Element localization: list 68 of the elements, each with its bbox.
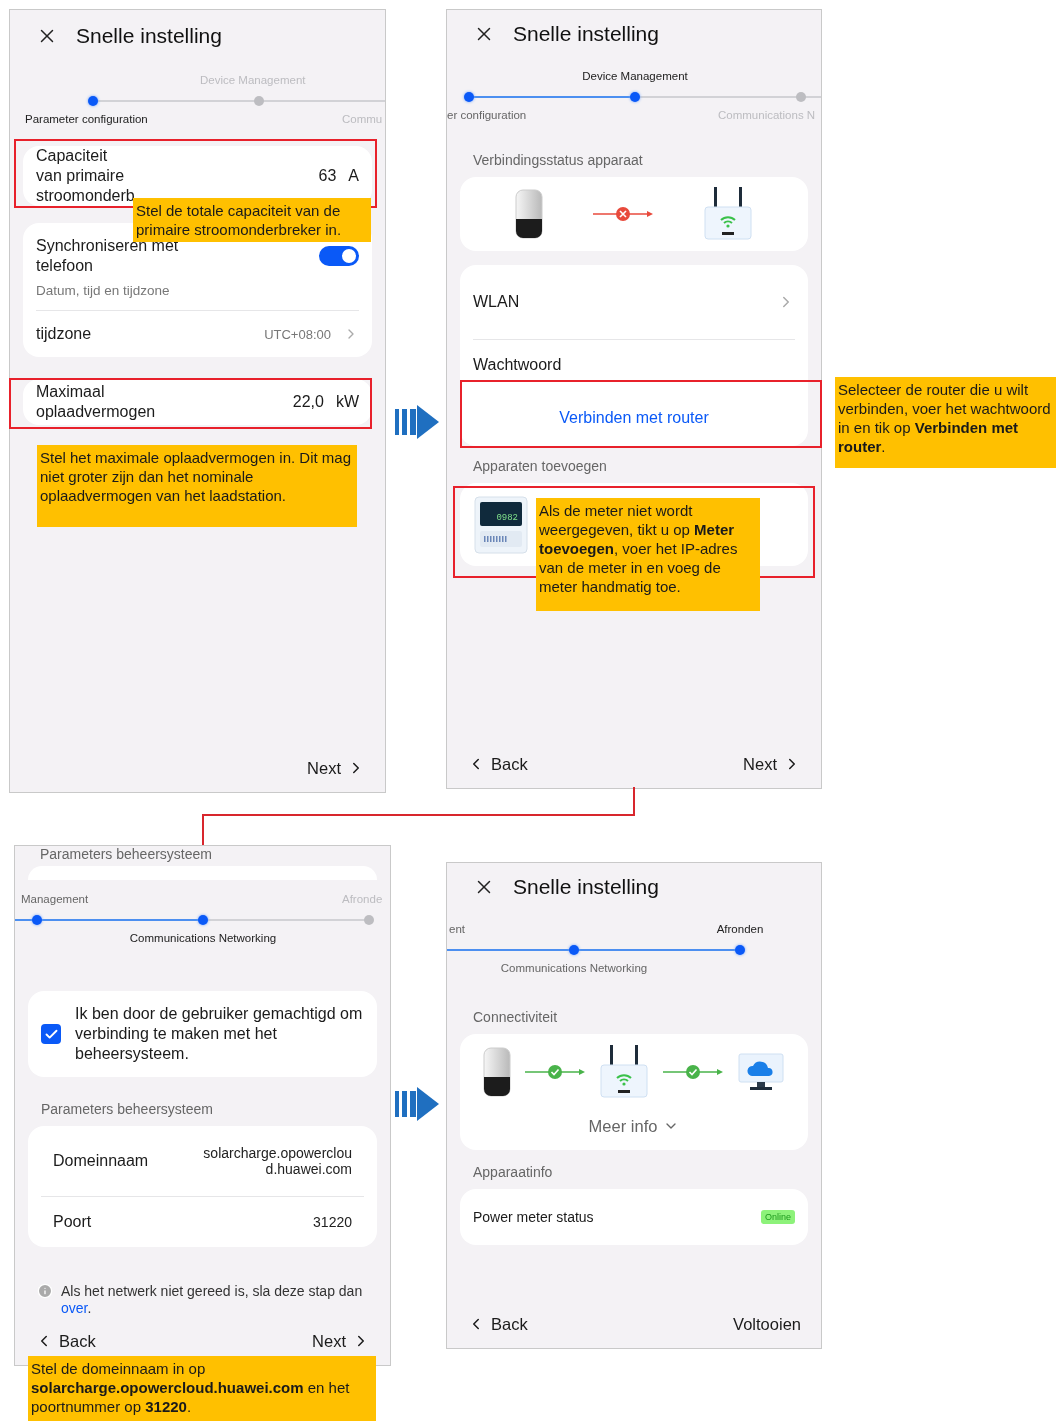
annotation-callout: Selecteer de router die u wilt verbinden, voer het wachtwoord in en tik op Verbinden met router. xyxy=(835,377,1056,468)
connection-line-icon xyxy=(663,1064,723,1080)
annotation-callout: Stel de domeinnaam in op solarcharge.opowercloud.huawei.com en het poortnummer op 31220. xyxy=(28,1356,376,1421)
arrow-icon xyxy=(395,405,439,439)
unit-label: kW xyxy=(335,393,359,411)
step-label: er configuration xyxy=(447,109,527,121)
arrow-icon xyxy=(395,1087,439,1121)
hint-text: Datum, tijd en tijdzone xyxy=(35,283,171,300)
field-label: tijdzone xyxy=(36,324,92,344)
annotation-callout: Stel het maximale oplaadvermogen in. Dit mag niet groter zijn dan het nominale oplaadvermogen van het laadstation. xyxy=(37,445,357,527)
unit-label: A xyxy=(348,167,359,185)
section-heading: Connectiviteit xyxy=(472,1009,559,1025)
step-label: Management xyxy=(21,893,89,905)
connection-line-icon xyxy=(593,206,653,222)
section-heading: Parameters beheersysteem xyxy=(39,846,213,864)
field-value[interactable]: 63 xyxy=(318,167,337,185)
field-value[interactable]: 31220 xyxy=(313,1214,352,1230)
field-label: Domeinnaam xyxy=(53,1151,149,1171)
charger-icon xyxy=(515,189,543,239)
field-label: Poort xyxy=(53,1212,92,1232)
connect-router-link[interactable]: Verbinden met router xyxy=(559,409,709,427)
info-icon xyxy=(37,1283,53,1299)
step-label: Communications Networking xyxy=(129,932,277,944)
section-heading: Apparaatinfo xyxy=(472,1164,554,1180)
next-button[interactable]: Next xyxy=(312,1331,370,1351)
section-heading: Verbindingsstatus apparaat xyxy=(472,152,644,168)
step-label: ent xyxy=(449,923,465,935)
back-button[interactable]: Back xyxy=(467,1314,528,1334)
screen-title: Snelle instelling xyxy=(513,875,659,899)
field-label: Capaciteit van primaire stroomonderb xyxy=(36,146,135,206)
router-icon xyxy=(599,1045,649,1099)
skip-link[interactable]: over xyxy=(61,1300,88,1316)
annotation-callout: Als de meter niet wordt weergegeven, tikt u op Meter toevoegen, voer het IP-adres van de meter in en voeg de meter handmatig toe. xyxy=(536,498,760,611)
back-button[interactable]: Back xyxy=(467,754,528,774)
checkbox[interactable] xyxy=(41,1024,61,1044)
toggle-switch[interactable] xyxy=(319,246,359,266)
next-button[interactable]: Next xyxy=(307,758,365,778)
connection-line-icon xyxy=(525,1064,585,1080)
screen-title: Snelle instelling xyxy=(76,24,222,48)
field-label: Maximaal oplaadvermogen xyxy=(36,382,156,422)
status-badge: Online xyxy=(761,1210,795,1224)
step-label: Communications N xyxy=(718,109,816,121)
status-label: Power meter status xyxy=(473,1208,594,1227)
password-label[interactable]: Wachtwoord xyxy=(473,355,562,375)
info-text: Als het netwerk niet gereed is, sla deze stap dan over. xyxy=(61,1283,364,1317)
annotation-callout: Stel de totale capaciteit van de primaire stroomonderbreker in. xyxy=(133,198,371,242)
step-label: Afronde xyxy=(342,893,383,905)
next-button[interactable]: Next xyxy=(743,754,801,774)
consent-text: Ik ben door de gebruiker gemachtigd om verbinding te maken met het beheersysteem. xyxy=(75,1004,364,1064)
cloud-monitor-icon xyxy=(737,1052,785,1092)
section-heading: Apparaten toevoegen xyxy=(472,458,608,474)
more-info-button[interactable]: Meer info xyxy=(588,1116,680,1136)
step-label: Device Management xyxy=(582,70,688,82)
field-value[interactable]: 22,0 xyxy=(292,393,324,411)
field-value[interactable]: UTC+08:00 xyxy=(264,326,331,342)
step-label: Parameter configuration xyxy=(25,113,148,125)
section-heading: Parameters beheersysteem xyxy=(40,1101,214,1117)
screen-title: Snelle instelling xyxy=(513,22,659,46)
power-meter-icon: 0982 xyxy=(474,495,528,554)
charger-icon xyxy=(483,1047,511,1097)
router-icon xyxy=(703,187,753,241)
finish-button[interactable]: Voltooien xyxy=(733,1314,801,1334)
field-value[interactable]: solarcharge.opowercloud.huawei.com xyxy=(196,1145,352,1177)
step-label: Commu xyxy=(342,113,383,125)
step-label: Communications Networking xyxy=(500,962,648,974)
step-label: Afronden xyxy=(716,923,764,935)
back-button[interactable]: Back xyxy=(35,1331,96,1351)
wlan-label[interactable]: WLAN xyxy=(473,292,520,312)
